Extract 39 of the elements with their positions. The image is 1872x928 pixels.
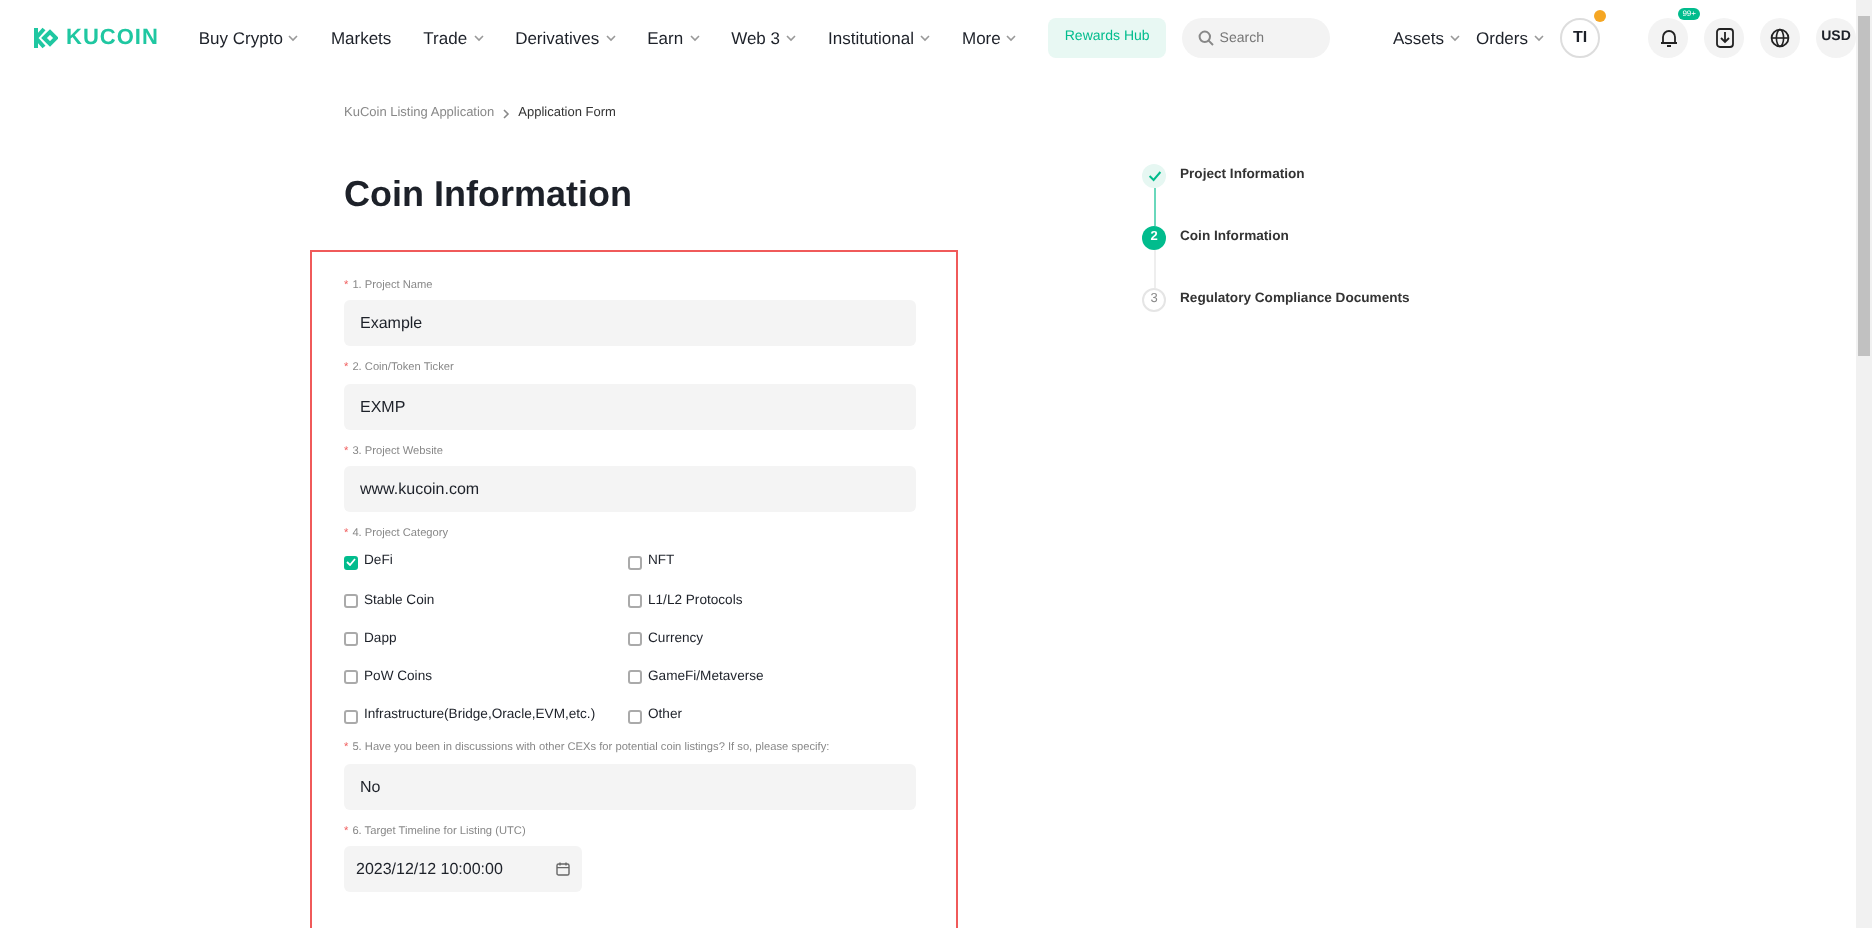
- globe-icon: [1770, 28, 1790, 48]
- caret-icon: [473, 34, 484, 42]
- page-title: Coin Information: [344, 171, 634, 218]
- input-field[interactable]: EXMP: [344, 383, 916, 430]
- nav-menu-item[interactable]: More: [962, 25, 1017, 51]
- language-button[interactable]: [1760, 18, 1800, 58]
- calendar-icon: [556, 862, 570, 877]
- nav-menu-item[interactable]: Markets: [330, 25, 392, 51]
- nav-menu-item[interactable]: Trade: [423, 25, 484, 51]
- check-icon: [346, 558, 356, 567]
- caret-icon: [1534, 34, 1544, 42]
- download-icon: [1715, 28, 1733, 48]
- input-field[interactable]: No: [344, 763, 916, 810]
- logo-text: KUCOIN: [66, 23, 159, 54]
- nav-menu-item[interactable]: Institutional: [828, 25, 930, 51]
- notification-dot: [1594, 10, 1606, 22]
- nav-menu-item[interactable]: Assets: [1393, 25, 1461, 51]
- caret-icon: [1006, 34, 1017, 42]
- caret-icon: [1450, 34, 1461, 42]
- caret-icon: [786, 34, 796, 42]
- chevron-icon: [502, 107, 511, 120]
- caret-icon: [288, 34, 299, 42]
- scrollbar[interactable]: [1856, 0, 1872, 928]
- caret-icon: [689, 34, 700, 42]
- input-field[interactable]: Example: [344, 300, 916, 347]
- date-field[interactable]: 2023/12/12 10:00:00: [344, 846, 582, 893]
- caret-icon: [920, 34, 930, 42]
- download-button[interactable]: [1704, 18, 1744, 58]
- nav-menu-item[interactable]: Orders: [1476, 25, 1544, 51]
- logo-icon: [32, 26, 58, 50]
- nav-menu-item[interactable]: Earn: [647, 25, 700, 51]
- caret-icon: [605, 34, 616, 42]
- notification-button[interactable]: [1648, 18, 1688, 58]
- avatar-button[interactable]: TI: [1560, 18, 1600, 58]
- bell-icon: [1659, 28, 1677, 48]
- nav-menu-item[interactable]: Derivatives: [515, 25, 616, 51]
- input-field[interactable]: www.kucoin.com: [344, 465, 916, 512]
- nav-menu-item[interactable]: Buy Crypto: [198, 25, 299, 51]
- nav-menu-item[interactable]: Web 3: [731, 25, 796, 51]
